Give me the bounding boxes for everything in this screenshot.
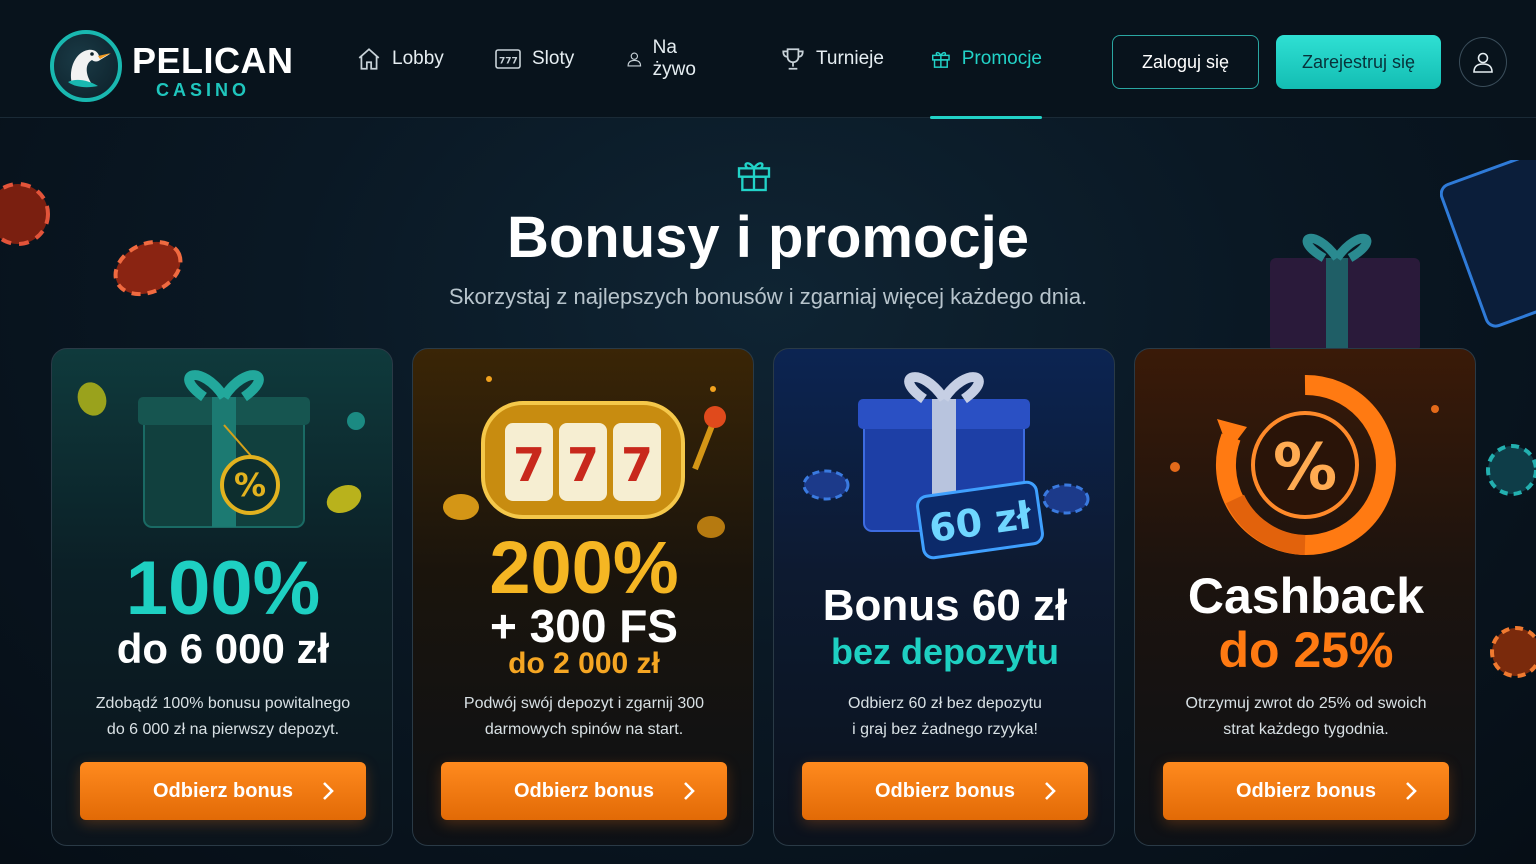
bonus-description: Otrzymuj zwrot do 25% od swoich strat ka… [1161, 691, 1451, 743]
claim-bonus-label: Odbierz bonus [1236, 779, 1376, 802]
page-subtitle: Skorzystaj z najlepszych bonusów i zgarn… [448, 284, 1088, 309]
bonus-description: Podwój swój depozyt i zgarnij 300 darmow… [439, 691, 729, 743]
bonus-title: Bonus 60 zł [822, 581, 1068, 630]
chevron-right-icon [684, 782, 695, 800]
description-line: Podwój swój depozyt i zgarnij 300 [463, 695, 705, 712]
nav-label: Na żywo [652, 37, 696, 80]
claim-bonus-button[interactable]: Odbierz bonus [1163, 762, 1449, 820]
description-line: strat każdego tygodnia. [1223, 721, 1389, 738]
chevron-right-icon [323, 782, 334, 800]
bonus-percent: 200% [489, 526, 679, 609]
description-line: darmowych spinów na start. [484, 721, 684, 738]
chevron-right-icon [1406, 782, 1417, 800]
description-line: Odbierz 60 zł bez depozytu [848, 695, 1042, 712]
svg-text:7: 7 [513, 438, 545, 492]
login-button[interactable]: Zaloguj się [1112, 35, 1259, 89]
nav-item-promocje[interactable]: Promocje [930, 0, 1042, 119]
promo-card-welcome: % 100% do 6 000 zł Zdobądź 100% bonusu p… [51, 348, 393, 846]
bonus-amount: do 2 000 zł [508, 647, 660, 680]
svg-text:7: 7 [567, 438, 599, 492]
nav-item-na-zywo[interactable]: Na żywo [626, 0, 703, 118]
brand-name: PELICAN [132, 40, 294, 81]
nav-label: Promocje [961, 48, 1042, 69]
cashback-percent-icon: % [1170, 374, 1439, 555]
nav-label: Lobby [392, 48, 444, 69]
svg-text:%: % [234, 466, 266, 504]
claim-bonus-label: Odbierz bonus [153, 779, 293, 802]
description-line: i graj bez żadnego rzyyka! [852, 721, 1038, 738]
nav-item-lobby[interactable]: Lobby [356, 0, 444, 118]
description-line: Zdobądź 100% bonusu powitalnego [95, 695, 351, 712]
home-icon [358, 48, 380, 70]
chevron-right-icon [1045, 782, 1056, 800]
nav-label: Sloty [532, 48, 575, 69]
slot-777-icon: 777 [495, 49, 521, 69]
svg-text:777: 777 [499, 57, 518, 67]
casino-chip-icon [1486, 444, 1536, 496]
claim-bonus-button[interactable]: Odbierz bonus [441, 762, 727, 820]
brand-logo[interactable]: PELICAN CASINO [50, 30, 293, 102]
bonus-description: Zdobądź 100% bonusu powitalnego do 6 000… [78, 691, 368, 743]
nav-label: Turnieje [816, 48, 884, 69]
gift-60zl-icon: 60 zł [802, 372, 1090, 560]
bonus-title: Cashback [1187, 568, 1425, 624]
user-icon [627, 52, 642, 67]
register-button[interactable]: Zarejestruj się [1276, 35, 1441, 89]
promo-card-cashback: % Cashback do 25% Otrzymuj zwrot do 25% … [1134, 348, 1476, 846]
profile-button[interactable] [1459, 37, 1507, 87]
svg-text:%: % [1273, 431, 1337, 505]
description-line: Otrzymuj zwrot do 25% od swoich [1185, 695, 1427, 712]
claim-bonus-button[interactable]: Odbierz bonus [80, 762, 366, 820]
bonus-amount: do 6 000 zł [116, 625, 330, 672]
bonus-subtitle: do 25% [1218, 622, 1394, 678]
nav-item-turnieje[interactable]: Turnieje [780, 0, 884, 118]
nav-item-sloty[interactable]: 777 Sloty [494, 0, 574, 118]
promo-card-no-deposit: 60 zł Bonus 60 zł bez depozytu Odbierz 6… [773, 348, 1115, 846]
page-title: Bonusy i promocje [506, 205, 1030, 270]
top-header: PELICAN CASINO Lobby 777 Sloty Na żywo T… [0, 0, 1536, 119]
bonus-description: Odbierz 60 zł bez depozytu i graj bez ża… [800, 691, 1090, 743]
claim-bonus-label: Odbierz bonus [875, 779, 1015, 802]
gift-icon [931, 51, 950, 68]
claim-bonus-label: Odbierz bonus [514, 779, 654, 802]
brand-sub: CASINO [156, 80, 251, 100]
bonus-subtitle: bez depozytu [830, 631, 1059, 672]
pelican-logo-icon [50, 30, 122, 102]
promo-card-deposit-freespins: 7 7 7 200% + 300 FS do 2 000 zł Podwój s… [412, 348, 754, 846]
casino-chip-icon [1490, 626, 1536, 678]
bonus-percent: 100% [125, 546, 321, 631]
gift-icon [737, 162, 771, 192]
user-icon [1473, 52, 1493, 73]
free-spins: + 300 FS [490, 600, 678, 652]
trophy-icon [782, 48, 804, 70]
claim-bonus-button[interactable]: Odbierz bonus [802, 762, 1088, 820]
description-line: do 6 000 zł na pierwszy depozyt. [106, 721, 340, 738]
svg-text:7: 7 [621, 438, 653, 492]
